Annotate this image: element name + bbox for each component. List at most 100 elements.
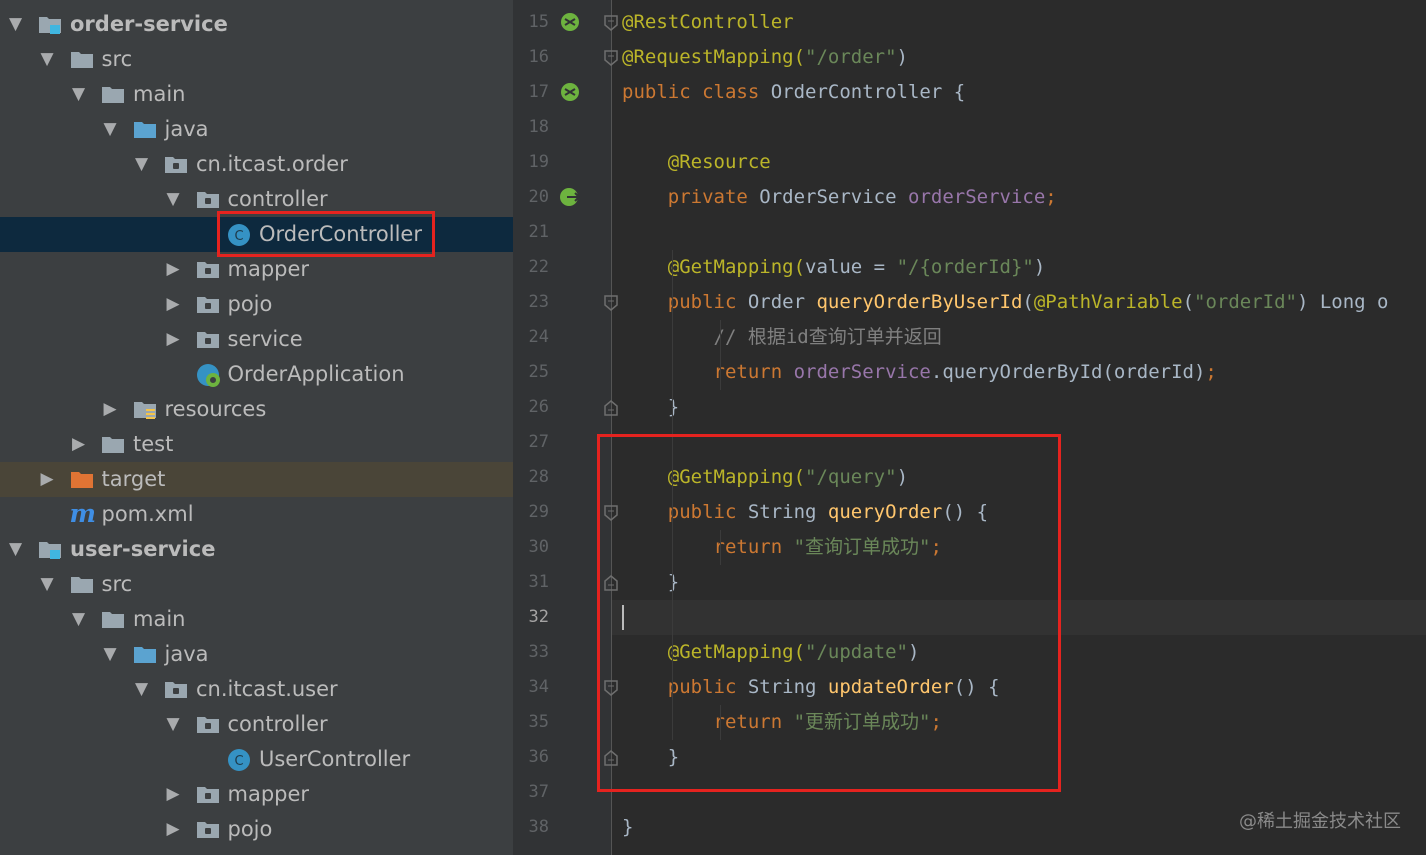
line-number: 32 <box>528 607 549 627</box>
chevron-down-icon[interactable]: ▼ <box>135 147 148 182</box>
tree-item-label: controller <box>227 712 328 736</box>
spring-boot-class-icon <box>196 363 220 387</box>
chevron-right-icon[interactable]: ▶ <box>167 322 180 357</box>
line-number: 22 <box>528 257 549 277</box>
line-number: 24 <box>528 327 549 347</box>
code-token: } <box>622 816 634 838</box>
line-number: 23 <box>528 292 549 312</box>
spring-inject-icon[interactable] <box>559 186 581 208</box>
tree-item-test[interactable]: ▶ test <box>0 427 513 462</box>
code-token: return <box>713 361 794 383</box>
tree-item-service[interactable]: ▶ service <box>0 322 513 357</box>
tree-item-main[interactable]: ▼ main <box>0 602 513 637</box>
code-token: value = <box>805 256 897 278</box>
chevron-down-icon[interactable]: ▼ <box>41 42 54 77</box>
code-token: ; <box>1205 361 1217 383</box>
tree-item-pojo[interactable]: ▶ pojo <box>0 287 513 322</box>
chevron-right-icon[interactable]: ▶ <box>41 462 54 497</box>
source-folder-icon <box>133 643 157 665</box>
spring-bean-icon[interactable] <box>559 81 581 103</box>
code-token: .queryOrderById(orderId) <box>930 361 1206 383</box>
chevron-right-icon[interactable]: ▶ <box>167 777 180 812</box>
tree-item-pom-xml[interactable]: m pom.xml <box>0 497 513 532</box>
chevron-down-icon[interactable]: ▼ <box>72 77 85 112</box>
code-token: Order <box>747 291 817 313</box>
tree-item-java[interactable]: ▼ java <box>0 637 513 672</box>
tree-item-label: mapper <box>227 257 310 281</box>
chevron-down-icon[interactable]: ▼ <box>104 637 117 672</box>
line-number: 26 <box>528 397 549 417</box>
tree-item-label: target <box>101 467 166 491</box>
code-token: OrderController { <box>770 81 966 103</box>
chevron-right-icon[interactable]: ▶ <box>167 287 180 322</box>
tree-item-label: cn.itcast.order <box>196 152 348 176</box>
tree-item-usercontroller[interactable]: C UserController <box>0 742 513 777</box>
chevron-down-icon[interactable]: ▼ <box>72 602 85 637</box>
highlight-box-order-controller <box>217 211 435 257</box>
code-token: orderService <box>793 361 931 383</box>
tree-item-label: main <box>133 607 186 631</box>
tree-item-user-service[interactable]: ▼ user-service <box>0 532 513 567</box>
spring-bean-icon[interactable] <box>559 11 581 33</box>
tree-item-src[interactable]: ▼ src <box>0 567 513 602</box>
tree-item-cn-itcast-order[interactable]: ▼ cn.itcast.order <box>0 147 513 182</box>
chevron-down-icon[interactable]: ▼ <box>135 672 148 707</box>
tree-item-java[interactable]: ▼ java <box>0 112 513 147</box>
tree-item-order-service[interactable]: ▼ order-service <box>0 7 513 42</box>
tree-item-main[interactable]: ▼ main <box>0 77 513 112</box>
chevron-right-icon[interactable]: ▶ <box>167 252 180 287</box>
folder-icon <box>70 573 94 595</box>
chevron-down-icon[interactable]: ▼ <box>104 112 117 147</box>
folder-icon <box>101 608 125 630</box>
code-token: "orderId" <box>1194 291 1297 313</box>
tree-item-cn-itcast-user[interactable]: ▼ cn.itcast.user <box>0 672 513 707</box>
code-line: @RequestMapping("/order") <box>622 40 908 75</box>
chevron-down-icon[interactable]: ▼ <box>41 567 54 602</box>
code-token: ) Long o <box>1296 291 1389 313</box>
code-token: ; <box>1045 186 1057 208</box>
project-tree-panel: ▼ order-service ▼ src ▼ main ▼ java ▼ cn.itcast.o… <box>0 0 513 855</box>
code-token: ( <box>1182 291 1195 313</box>
line-number: 27 <box>528 432 549 452</box>
code-line: private OrderService orderService; <box>622 180 1057 215</box>
tree-item-label: cn.itcast.user <box>196 677 338 701</box>
tree-item-orderapplication[interactable]: OrderApplication <box>0 357 513 392</box>
chevron-down-icon[interactable]: ▼ <box>167 182 180 217</box>
chevron-right-icon[interactable]: ▶ <box>104 392 117 427</box>
tree-item-label: service <box>227 327 303 351</box>
folder-icon <box>101 433 125 455</box>
tree-item-src[interactable]: ▼ src <box>0 42 513 77</box>
tree-item-label: pojo <box>227 292 273 316</box>
chevron-right-icon[interactable]: ▶ <box>72 427 85 462</box>
folder-icon <box>101 83 125 105</box>
tree-item-resources[interactable]: ▶ resources <box>0 392 513 427</box>
tree-item-label: pojo <box>227 817 273 841</box>
code-line: } <box>622 390 679 425</box>
tree-item-label: java <box>164 642 209 666</box>
line-number: 33 <box>528 642 549 662</box>
tree-item-target[interactable]: ▶ target <box>0 462 513 497</box>
line-number: 30 <box>528 537 549 557</box>
tree-item-label: order-service <box>70 12 228 36</box>
tree-item-mapper[interactable]: ▶ mapper <box>0 777 513 812</box>
line-number: 36 <box>528 747 549 767</box>
tree-item-controller[interactable]: ▼ controller <box>0 707 513 742</box>
chevron-down-icon[interactable]: ▼ <box>9 7 22 42</box>
class-icon: C <box>227 748 251 771</box>
tree-item-mapper[interactable]: ▶ mapper <box>0 252 513 287</box>
code-token: @RequestMapping( <box>622 46 806 68</box>
code-token: ) <box>896 46 908 68</box>
chevron-down-icon[interactable]: ▼ <box>167 707 180 742</box>
line-number: 21 <box>528 222 549 242</box>
line-number: 19 <box>528 152 549 172</box>
tree-item-pojo[interactable]: ▶ pojo <box>0 812 513 847</box>
tree-item-label: src <box>101 572 133 596</box>
highlight-box-new-methods <box>597 434 1061 792</box>
chevron-down-icon[interactable]: ▼ <box>9 532 22 567</box>
code-line: @GetMapping(value = "/{orderId}") <box>622 250 1046 285</box>
chevron-right-icon[interactable]: ▶ <box>167 812 180 847</box>
